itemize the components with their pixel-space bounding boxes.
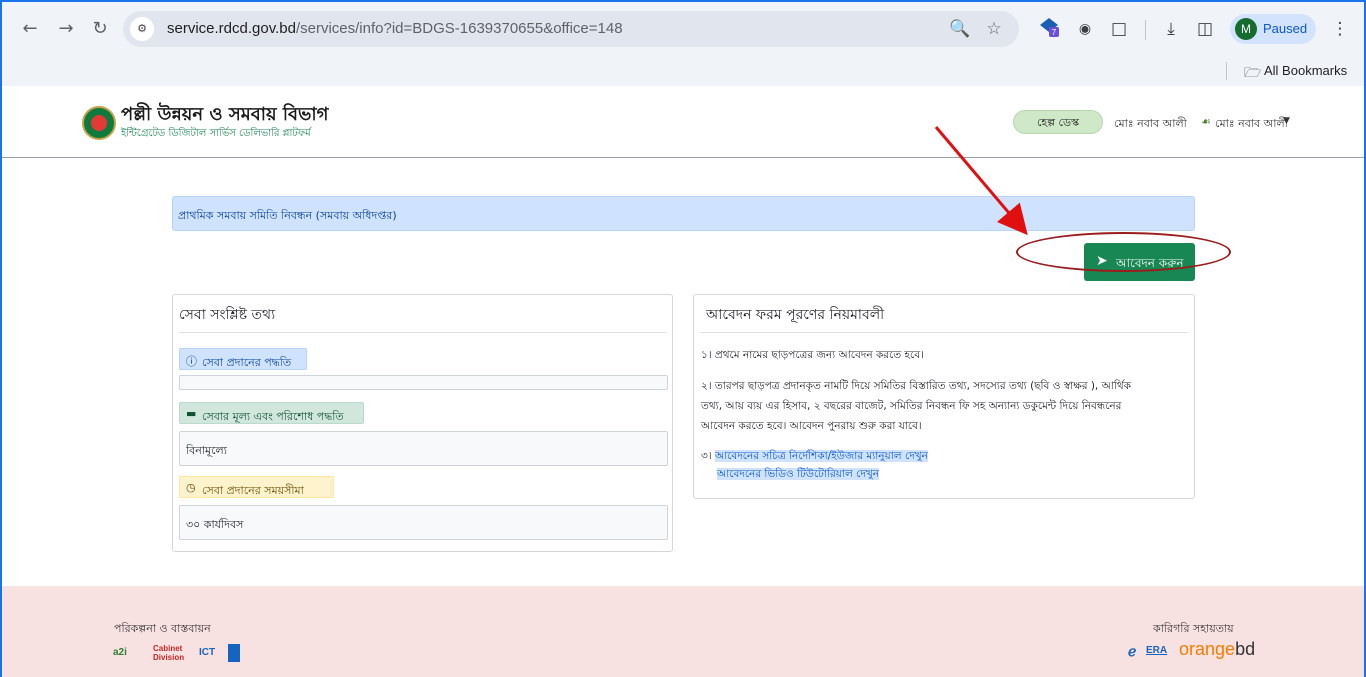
rules-title: আবেদন ফরম পূরণের নিয়মাবলী [706,307,885,323]
method-tag: ⓘ সেবা প্রদানের পদ্ধতি [179,348,307,370]
address-bar[interactable]: ⚙ service.rdcd.gov.bd/services/info?id=B… [123,11,1019,47]
time-value-box: ৩০ কার্যদিবস [179,505,668,540]
user-photo-icon[interactable]: ☙ [1201,115,1211,128]
info-icon: ⓘ [186,355,197,368]
rule-2-line-3: আবেদন করতে হবে। আবেদন পুনরায় শুরু করা য… [701,420,922,432]
user-manual-link[interactable]: আবেদনের সচিত্র নির্দেশিকা/ইউজার ম্যানুয়… [714,450,928,462]
footer-technical-label: কারিগরি সহায়তায় [1153,622,1234,635]
url-host: service.rdcd.gov.bd [167,20,296,37]
browser-chrome: ← → ↻ ⚙ service.rdcd.gov.bd/services/inf… [0,0,1366,86]
a2i-logo[interactable]: a2i [113,644,127,662]
side-panel-icon[interactable]: ◫ [1192,16,1218,42]
clock-icon: ◷ [186,481,196,494]
browser-toolbar: ← → ↻ ⚙ service.rdcd.gov.bd/services/inf… [2,2,1364,54]
user-menu-name[interactable]: মোঃ নবাব আলী [1215,115,1288,134]
puzzle-icon[interactable]: □ [1106,16,1132,42]
wallet-icon: ▬ [186,407,197,420]
fee-tag: ▬ সেবার মূল্য এবং পরিশোধ পদ্ধতি [179,402,364,424]
toolbar-separator [1145,20,1146,40]
govt-logo-icon[interactable] [82,106,116,140]
service-name: প্রাথমিক সমবায় সমিতি নিবন্ধন (সমবায় অধ… [178,209,397,222]
site-info-icon[interactable]: ⚙ [130,17,154,41]
all-bookmarks-link[interactable]: All Bookmarks [1264,63,1347,78]
card-divider [700,332,1188,333]
method-label: সেবা প্রদানের পদ্ধতি [202,356,292,369]
folder-icon[interactable]: 🗁 [1244,62,1261,86]
chevron-down-icon[interactable]: ▼ [1283,116,1290,126]
annotation-oval [1016,232,1231,272]
method-value-box [179,375,668,390]
service-info-card: সেবা সংশ্লিষ্ট তথ্য ⓘ সেবা প্রদানের পদ্ধ… [172,294,673,552]
era-logo[interactable]: ERA [1146,642,1167,660]
cabinet-division-logo[interactable]: Cabinet Division [153,644,185,662]
orangebd-logo[interactable]: orangebd [1179,640,1255,658]
annotation-arrow [934,126,1028,236]
profile-status: Paused [1263,21,1308,36]
rule-1: ১। প্রথমে নামের ছাড়পত্রের জন্য আবেদন কর… [701,349,924,361]
reload-icon[interactable]: ↻ [88,18,112,42]
bookmarks-bar: 🗁 All Bookmarks [2,54,1364,88]
rule-3-video: আবেদনের ভিডিও টিউটোরিয়াল দেখুন [717,465,880,484]
fee-label: সেবার মূল্য এবং পরিশোধ পদ্ধতি [202,410,344,423]
ict-logo[interactable]: ICT [199,644,215,662]
site-subtitle: ইন্টিগ্রেটেড ডিজিটাল সার্ভিস ডেলিভারি প্… [121,128,311,139]
extension-badge: 7 [1052,28,1057,37]
forward-icon[interactable]: → [54,18,78,42]
download-icon[interactable]: ⤓ [1158,16,1184,42]
time-label: সেবা প্রদানের সময়সীমা [202,484,304,497]
video-tutorial-link[interactable]: আবেদনের ভিডিও টিউটোরিয়াল দেখুন [717,468,880,480]
extension-icon[interactable]: 7 [1036,16,1062,42]
avatar: M [1235,18,1257,40]
site-footer: পরিকল্পনা ও বাস্তবায়ন a2i Cabinet Divis… [2,586,1364,677]
application-rules-card: আবেদন ফরম পূরণের নিয়মাবলী ১। প্রথমে নাম… [693,294,1195,499]
camera-icon[interactable]: ◉ [1072,16,1098,42]
time-tag: ◷ সেবা প্রদানের সময়সীমা [179,476,334,498]
footer-planning-label: পরিকল্পনা ও বাস্তবায়ন [114,622,211,635]
back-icon[interactable]: ← [18,18,42,42]
extension-shape: 7 [1040,18,1059,37]
user-name[interactable]: মোঃ নবাব আলী [1114,115,1187,134]
rule-2-line-2: তথ্য, আয় ব্যয় এর হিসাব, ২ বছরের বাজেট,… [701,400,1122,412]
bookmarks-separator [1226,62,1227,80]
rule-3-number: ৩। [701,450,712,462]
page-viewport: পল্লী উন্নয়ন ও সমবায় বিভাগ ইন্টিগ্রেটে… [0,86,1366,677]
orangebd-logo-bd: bd [1235,639,1256,659]
logo-sun [91,115,107,131]
ie-logo-icon[interactable]: ℯ [1128,642,1136,660]
site-header: পল্লী উন্নয়ন ও সমবায় বিভাগ ইন্টিগ্রেটে… [2,86,1364,158]
zoom-icon[interactable]: 🔍 [949,18,971,40]
rule-2-line-1: ২। তারপর ছাড়পত্র প্রদানকৃত নামটি দিয়ে … [701,380,1131,392]
time-value: ৩০ কার্যদিবস [186,518,244,531]
fee-value-box: বিনামূল্যে [179,431,668,466]
service-info-title: সেবা সংশ্লিষ্ট তথ্য [179,307,276,323]
url-path: /services/info?id=BDGS-1639370655&office… [295,20,623,37]
rule-3: ৩। আবেদনের সচিত্র নির্দেশিকা/ইউজার ম্যান… [701,447,928,466]
undp-logo-icon[interactable] [228,644,240,662]
menu-kebab-icon[interactable]: ⋮ [1327,16,1353,42]
profile-button[interactable]: M Paused [1230,14,1316,44]
url-text[interactable]: service.rdcd.gov.bd/services/info?id=BDG… [167,20,623,37]
orangebd-logo-orange: orange [1179,639,1236,659]
card-divider [179,332,666,333]
fee-value: বিনামূল্যে [186,444,227,457]
star-icon[interactable]: ☆ [983,18,1005,40]
